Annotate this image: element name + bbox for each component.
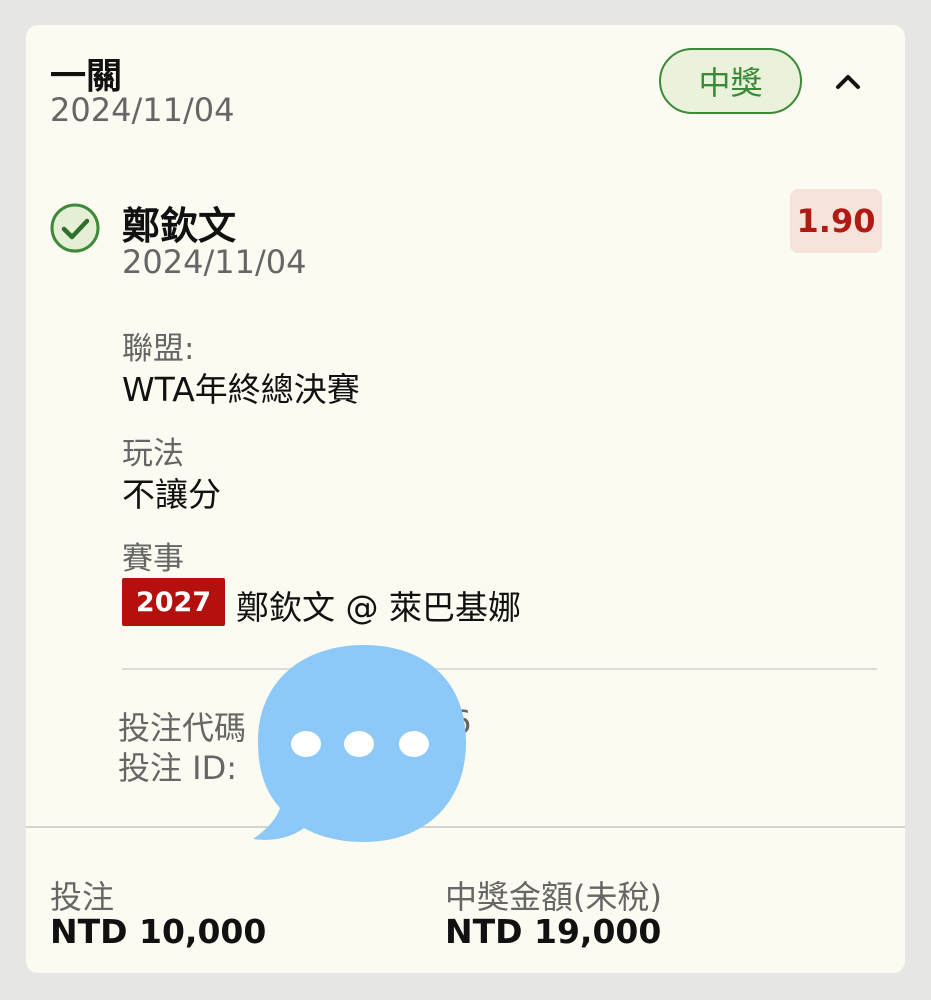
league-label: 聯盟: [122,331,195,367]
play-type-value: 不讓分 [122,475,221,514]
bet-id-label: 投注 ID: [118,749,238,787]
collapse-button[interactable] [826,59,870,103]
stake-value: NTD 10,000 [50,912,267,951]
check-circle-icon [50,203,100,253]
payout-value: NTD 19,000 [445,912,662,951]
league-value: WTA年終總決賽 [122,370,360,409]
odds-badge: 1.90 [790,189,882,253]
chevron-up-icon [836,75,860,89]
play-type-label: 玩法 [122,436,184,472]
selection-name: 鄭欽文 [122,204,237,248]
match-code-badge: 2027 [122,578,225,626]
selection-date: 2024/11/04 [122,243,307,281]
match-name: 鄭欽文 @ 萊巴基娜 [236,588,521,627]
status-badge: 中獎 [659,48,802,114]
event-label: 賽事 [122,541,184,577]
chat-bubble-icon [253,645,466,842]
bet-summary-footer: 投注 NTD 10,000 中獎金額(未稅) NTD 19,000 [26,826,905,973]
divider [122,668,877,670]
bet-date: 2024/11/04 [50,91,235,129]
